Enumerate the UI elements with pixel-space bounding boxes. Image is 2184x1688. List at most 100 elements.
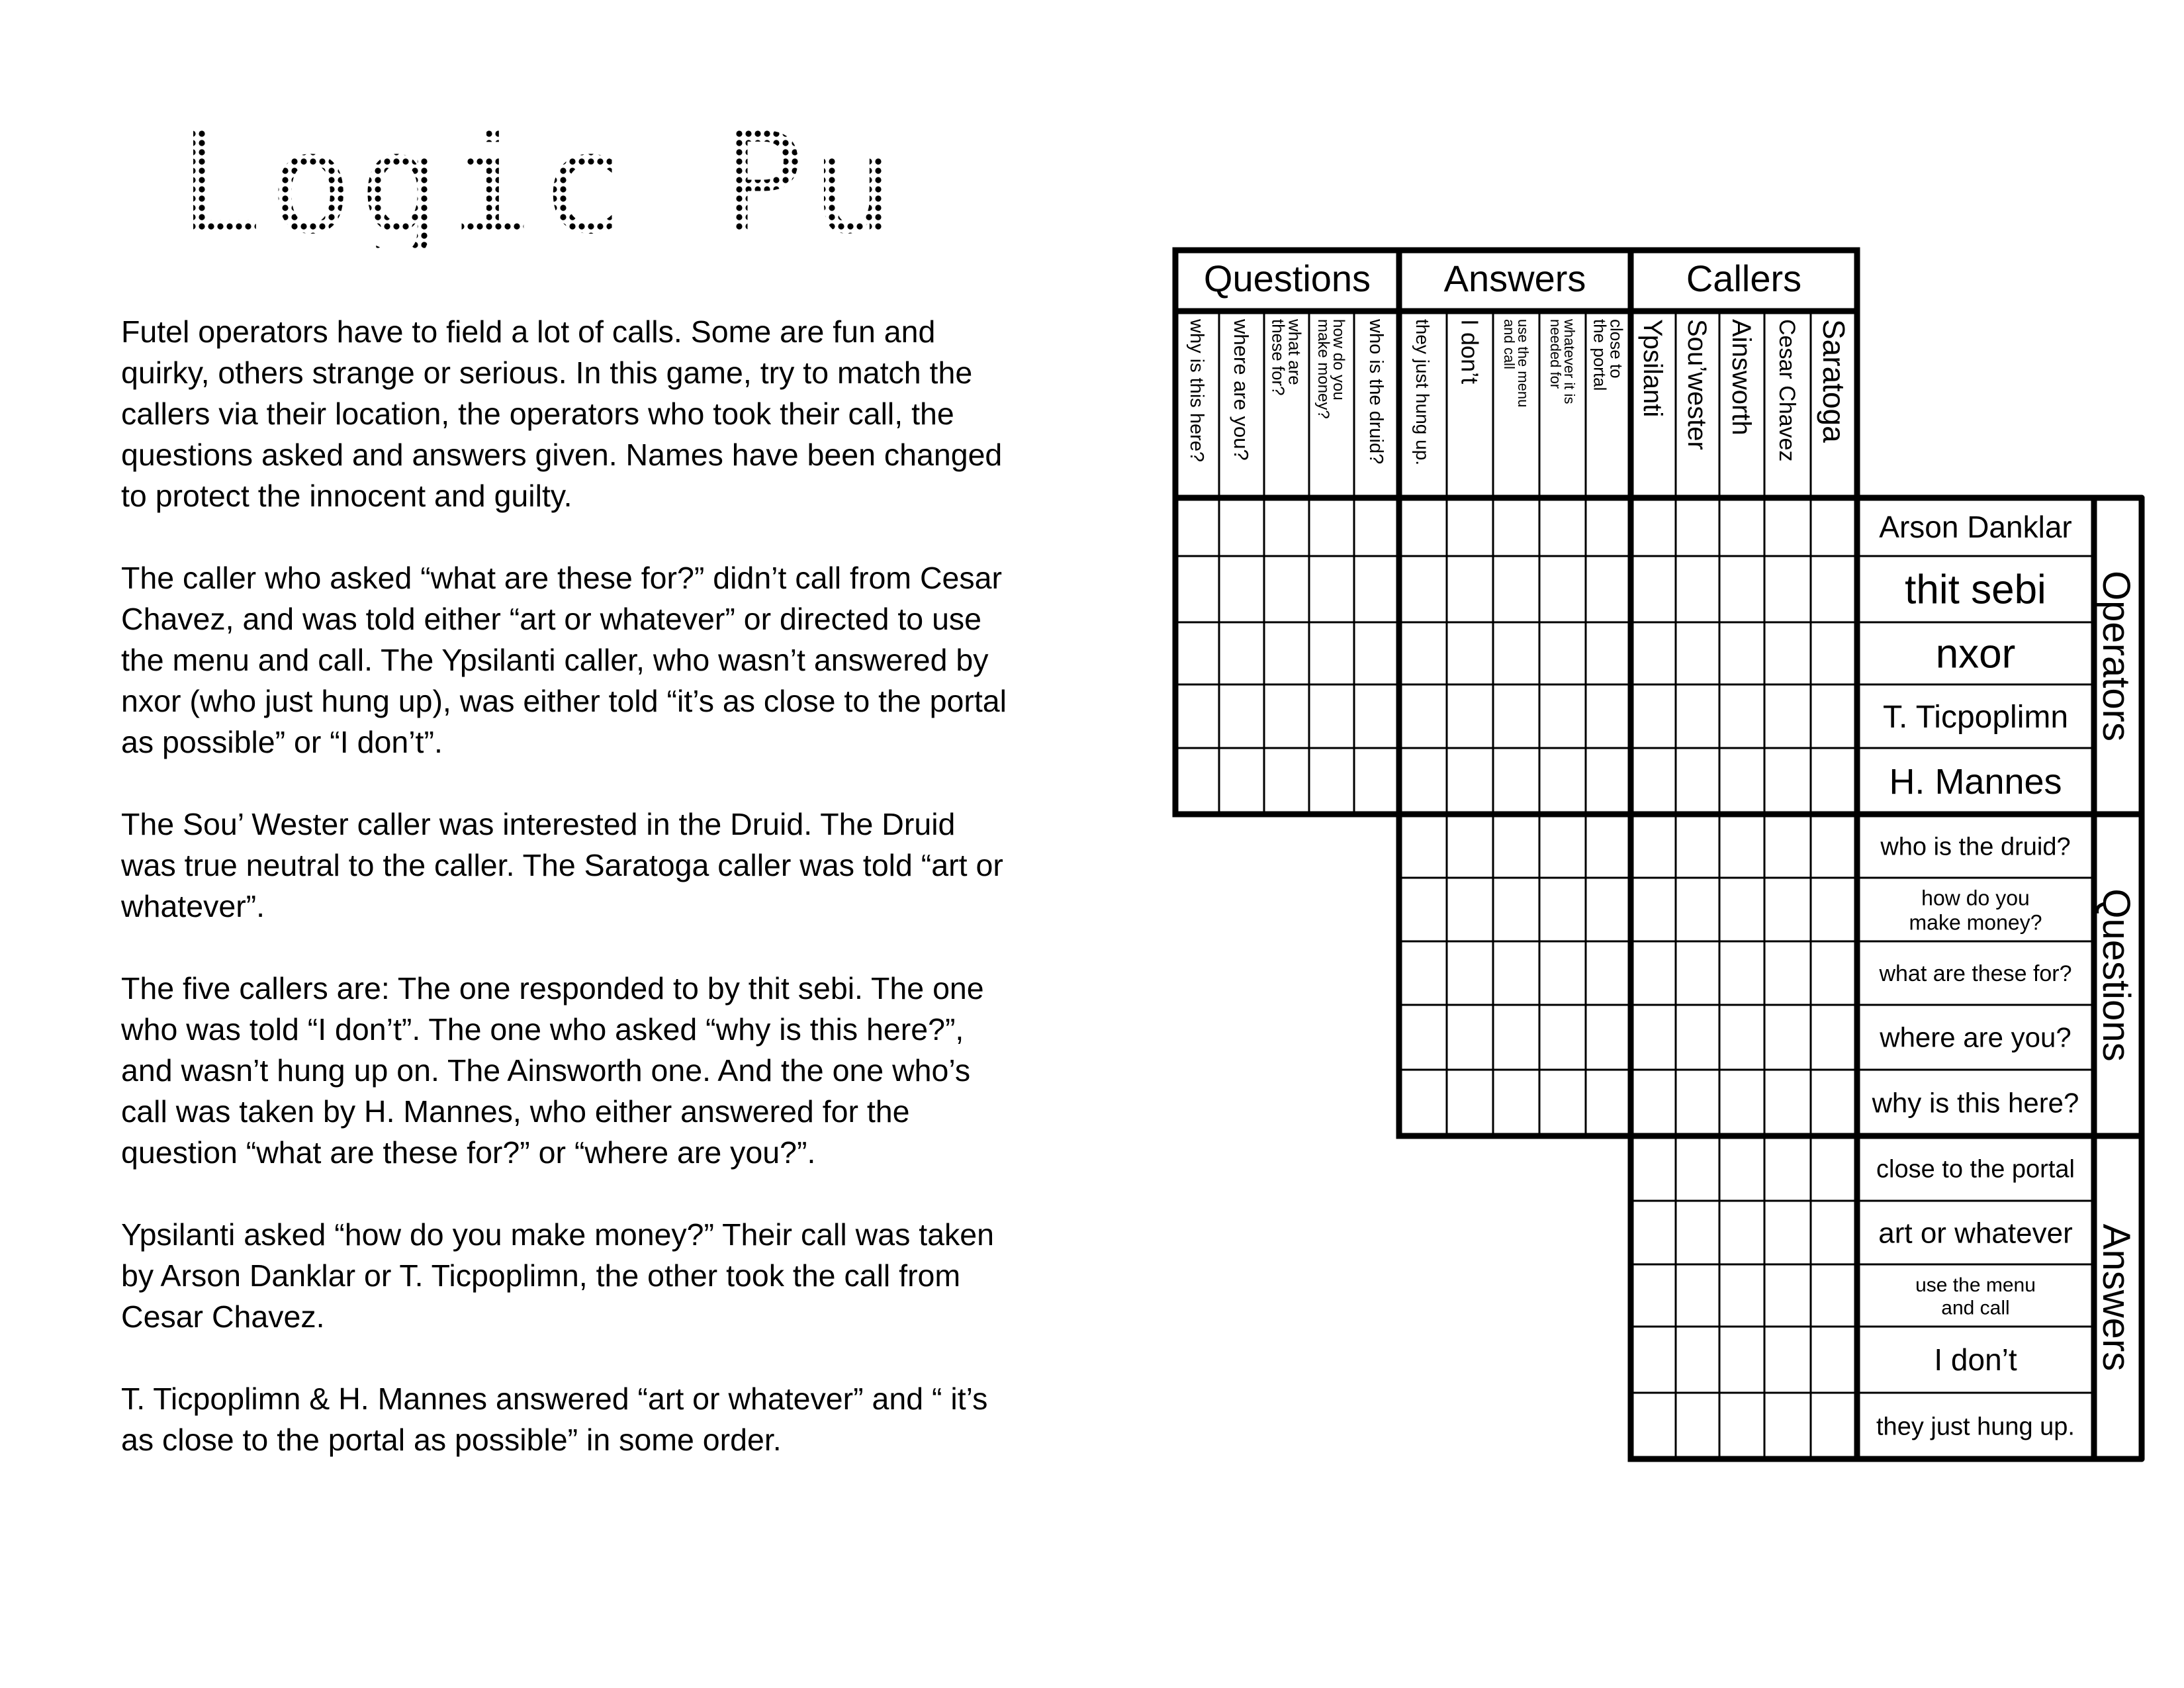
grid-cell[interactable] bbox=[1175, 498, 1219, 556]
grid-cell[interactable] bbox=[1719, 1201, 1764, 1264]
grid-cell[interactable] bbox=[1719, 622, 1764, 684]
grid-cell[interactable] bbox=[1719, 941, 1764, 1005]
grid-cell[interactable] bbox=[1676, 622, 1719, 684]
grid-cell[interactable] bbox=[1719, 878, 1764, 941]
grid-cell[interactable] bbox=[1493, 748, 1539, 814]
grid-cell[interactable] bbox=[1811, 1201, 1857, 1264]
grid-cell[interactable] bbox=[1631, 1070, 1676, 1136]
grid-cell[interactable] bbox=[1539, 748, 1586, 814]
grid-cell[interactable] bbox=[1539, 684, 1586, 748]
grid-cell[interactable] bbox=[1309, 498, 1354, 556]
grid-cell[interactable] bbox=[1631, 1201, 1676, 1264]
grid-cell[interactable] bbox=[1539, 1005, 1586, 1070]
grid-cell[interactable] bbox=[1676, 1201, 1719, 1264]
grid-cell[interactable] bbox=[1309, 556, 1354, 622]
grid-cell[interactable] bbox=[1811, 1393, 1857, 1459]
grid-cell[interactable] bbox=[1309, 748, 1354, 814]
grid-cell[interactable] bbox=[1175, 684, 1219, 748]
grid-cell[interactable] bbox=[1811, 556, 1857, 622]
grid-cell[interactable] bbox=[1399, 1005, 1447, 1070]
grid-cell[interactable] bbox=[1631, 748, 1676, 814]
grid-cell[interactable] bbox=[1811, 1264, 1857, 1327]
grid-cell[interactable] bbox=[1586, 1005, 1631, 1070]
grid-cell[interactable] bbox=[1676, 556, 1719, 622]
grid-cell[interactable] bbox=[1631, 1327, 1676, 1393]
grid-cell[interactable] bbox=[1399, 498, 1447, 556]
grid-cell[interactable] bbox=[1175, 556, 1219, 622]
grid-cell[interactable] bbox=[1719, 684, 1764, 748]
grid-cell[interactable] bbox=[1447, 684, 1493, 748]
grid-cell[interactable] bbox=[1309, 622, 1354, 684]
grid-cell[interactable] bbox=[1399, 556, 1447, 622]
grid-cell[interactable] bbox=[1811, 1070, 1857, 1136]
grid-cell[interactable] bbox=[1676, 684, 1719, 748]
grid-cell[interactable] bbox=[1764, 556, 1811, 622]
grid-cell[interactable] bbox=[1586, 622, 1631, 684]
grid-cell[interactable] bbox=[1811, 878, 1857, 941]
grid-cell[interactable] bbox=[1399, 1070, 1447, 1136]
grid-cell[interactable] bbox=[1399, 878, 1447, 941]
grid-cell[interactable] bbox=[1264, 556, 1309, 622]
grid-cell[interactable] bbox=[1811, 1136, 1857, 1201]
grid-cell[interactable] bbox=[1219, 622, 1264, 684]
grid-cell[interactable] bbox=[1631, 878, 1676, 941]
grid-cell[interactable] bbox=[1676, 1136, 1719, 1201]
grid-cell[interactable] bbox=[1811, 1327, 1857, 1393]
grid-cell[interactable] bbox=[1447, 941, 1493, 1005]
grid-cell[interactable] bbox=[1811, 1005, 1857, 1070]
grid-cell[interactable] bbox=[1447, 748, 1493, 814]
grid-cell[interactable] bbox=[1631, 814, 1676, 878]
grid-cell[interactable] bbox=[1175, 622, 1219, 684]
grid-cell[interactable] bbox=[1764, 814, 1811, 878]
grid-cell[interactable] bbox=[1539, 941, 1586, 1005]
grid-cell[interactable] bbox=[1219, 684, 1264, 748]
grid-cell[interactable] bbox=[1539, 498, 1586, 556]
grid-cell[interactable] bbox=[1399, 748, 1447, 814]
grid-cell[interactable] bbox=[1219, 556, 1264, 622]
grid-cell[interactable] bbox=[1811, 748, 1857, 814]
grid-cell[interactable] bbox=[1631, 556, 1676, 622]
grid-cell[interactable] bbox=[1676, 1005, 1719, 1070]
grid-cell[interactable] bbox=[1354, 684, 1399, 748]
grid-cell[interactable] bbox=[1719, 498, 1764, 556]
grid-cell[interactable] bbox=[1719, 1393, 1764, 1459]
grid-cell[interactable] bbox=[1539, 556, 1586, 622]
grid-cell[interactable] bbox=[1447, 1005, 1493, 1070]
grid-cell[interactable] bbox=[1764, 498, 1811, 556]
grid-cell[interactable] bbox=[1539, 622, 1586, 684]
grid-cell[interactable] bbox=[1676, 1070, 1719, 1136]
grid-cell[interactable] bbox=[1586, 748, 1631, 814]
grid-cell[interactable] bbox=[1631, 684, 1676, 748]
grid-cell[interactable] bbox=[1586, 498, 1631, 556]
grid-cell[interactable] bbox=[1676, 1327, 1719, 1393]
grid-cell[interactable] bbox=[1264, 684, 1309, 748]
grid-cell[interactable] bbox=[1631, 1264, 1676, 1327]
grid-cell[interactable] bbox=[1447, 878, 1493, 941]
grid-cell[interactable] bbox=[1811, 622, 1857, 684]
grid-cell[interactable] bbox=[1399, 814, 1447, 878]
grid-cell[interactable] bbox=[1631, 622, 1676, 684]
grid-cell[interactable] bbox=[1676, 748, 1719, 814]
grid-cell[interactable] bbox=[1676, 814, 1719, 878]
grid-cell[interactable] bbox=[1719, 814, 1764, 878]
grid-cell[interactable] bbox=[1764, 684, 1811, 748]
grid-cell[interactable] bbox=[1764, 1005, 1811, 1070]
grid-cell[interactable] bbox=[1447, 814, 1493, 878]
grid-cell[interactable] bbox=[1493, 1070, 1539, 1136]
grid-cell[interactable] bbox=[1676, 878, 1719, 941]
grid-cell[interactable] bbox=[1219, 498, 1264, 556]
grid-cell[interactable] bbox=[1764, 878, 1811, 941]
grid-cell[interactable] bbox=[1631, 498, 1676, 556]
grid-cell[interactable] bbox=[1811, 498, 1857, 556]
grid-cell[interactable] bbox=[1764, 748, 1811, 814]
grid-cell[interactable] bbox=[1539, 1070, 1586, 1136]
grid-cell[interactable] bbox=[1447, 1070, 1493, 1136]
grid-cell[interactable] bbox=[1631, 941, 1676, 1005]
grid-cell[interactable] bbox=[1264, 498, 1309, 556]
grid-cell[interactable] bbox=[1719, 1136, 1764, 1201]
grid-cell[interactable] bbox=[1631, 1393, 1676, 1459]
grid-cell[interactable] bbox=[1811, 684, 1857, 748]
grid-cell[interactable] bbox=[1586, 878, 1631, 941]
grid-cell[interactable] bbox=[1354, 622, 1399, 684]
grid-cell[interactable] bbox=[1764, 1201, 1811, 1264]
